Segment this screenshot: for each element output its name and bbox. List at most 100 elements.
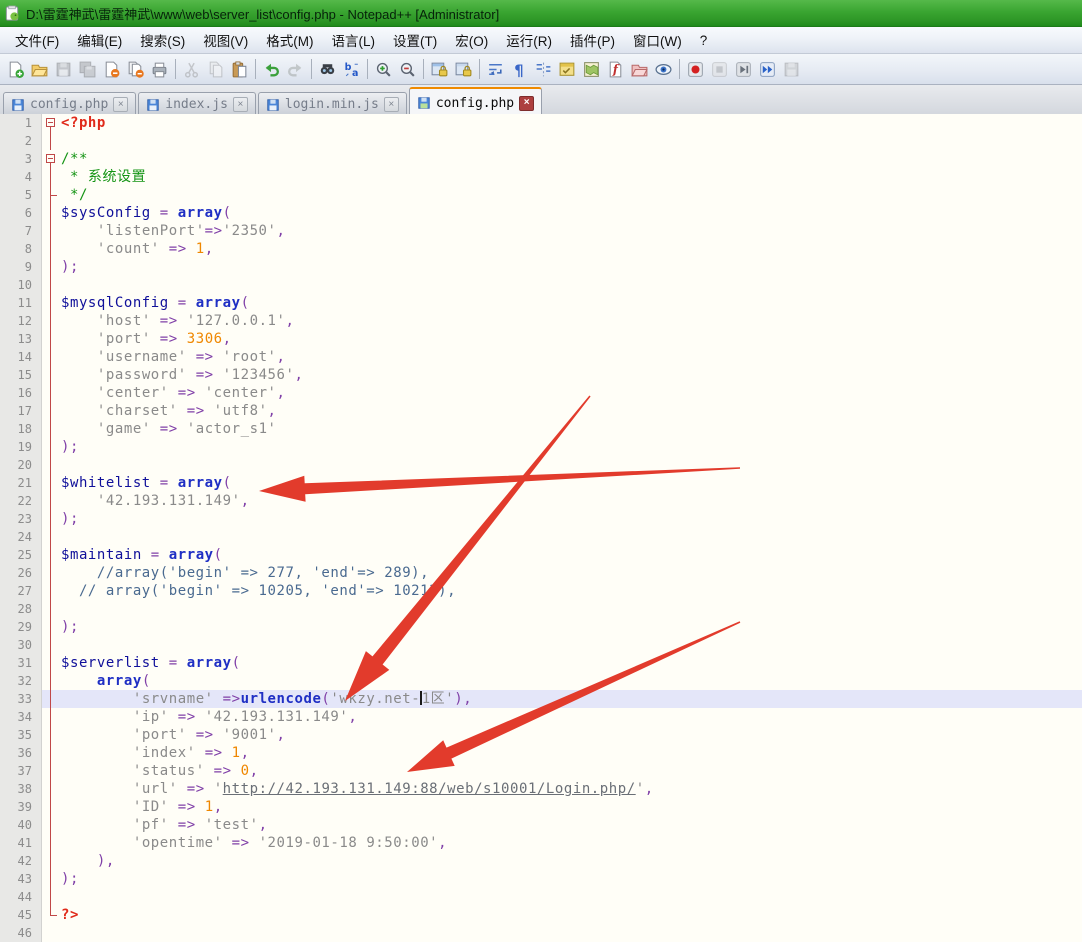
tab-login-min-js[interactable]: login.min.js ×	[258, 92, 407, 116]
menu-item-run[interactable]: 运行(R)	[497, 27, 561, 53]
macro-run-multiple-icon	[758, 60, 777, 79]
macro-record-button[interactable]	[684, 58, 707, 81]
code-line[interactable]: 26 //array('begin' => 277, 'end'=> 289),	[0, 564, 1082, 582]
code-line[interactable]: 43);	[0, 870, 1082, 888]
menu-item-view[interactable]: 视图(V)	[194, 27, 257, 53]
tab-close-icon[interactable]: ×	[384, 97, 399, 112]
code-line[interactable]: 31$serverlist = array(	[0, 654, 1082, 672]
code-line[interactable]: 22 '42.193.131.149',	[0, 492, 1082, 510]
undo-button[interactable]	[260, 58, 283, 81]
code-line[interactable]: 17 'charset' => 'utf8',	[0, 402, 1082, 420]
code-line[interactable]: 28	[0, 600, 1082, 618]
code-line[interactable]: 35 'port' => '9001',	[0, 726, 1082, 744]
code-line[interactable]: 5 */	[0, 186, 1082, 204]
menu-item-macro[interactable]: 宏(O)	[446, 27, 497, 53]
code-line[interactable]: 45?>	[0, 906, 1082, 924]
code-line[interactable]: 39 'ID' => 1,	[0, 798, 1082, 816]
close-button[interactable]	[100, 58, 123, 81]
code-line[interactable]: 46	[0, 924, 1082, 942]
code-line[interactable]: 2	[0, 132, 1082, 150]
print-button[interactable]	[148, 58, 171, 81]
monitoring-button[interactable]	[652, 58, 675, 81]
line-number: 26	[0, 564, 42, 582]
macro-stop-icon	[710, 60, 729, 79]
tab-close-icon[interactable]: ×	[233, 97, 248, 112]
fold-toggle-icon[interactable]	[46, 154, 55, 163]
function-list-button[interactable]: f	[604, 58, 627, 81]
code-line[interactable]: 7 'listenPort'=>'2350',	[0, 222, 1082, 240]
code-line[interactable]: 41 'opentime' => '2019-01-18 9:50:00',	[0, 834, 1082, 852]
code-line[interactable]: 40 'pf' => 'test',	[0, 816, 1082, 834]
indent-guide-button[interactable]	[532, 58, 555, 81]
code-line[interactable]: 18 'game' => 'actor_s1'	[0, 420, 1082, 438]
zoom-out-button[interactable]	[396, 58, 419, 81]
code-line[interactable]: 27 // array('begin' => 10205, 'end'=> 10…	[0, 582, 1082, 600]
code-line[interactable]: 30	[0, 636, 1082, 654]
code-line[interactable]: 23);	[0, 510, 1082, 528]
code-line[interactable]: 38 'url' => 'http://42.193.131.149:88/we…	[0, 780, 1082, 798]
menu-item-plugins[interactable]: 插件(P)	[561, 27, 624, 53]
tab-index-js[interactable]: index.js ×	[138, 92, 256, 116]
code-line[interactable]: 16 'center' => 'center',	[0, 384, 1082, 402]
zoom-in-button[interactable]	[372, 58, 395, 81]
code-line[interactable]: 11$mysqlConfig = array(	[0, 294, 1082, 312]
replace-button[interactable]: ba	[340, 58, 363, 81]
menu-item-file[interactable]: 文件(F)	[6, 27, 68, 53]
word-wrap-button[interactable]	[484, 58, 507, 81]
document-map-button[interactable]	[580, 58, 603, 81]
code-line[interactable]: 33 'srvname' =>urlencode('wkzy.net-1区'),	[0, 690, 1082, 708]
code-line[interactable]: 25$maintain = array(	[0, 546, 1082, 564]
menu-item-settings[interactable]: 设置(T)	[384, 27, 446, 53]
code-line[interactable]: 20	[0, 456, 1082, 474]
line-number: 14	[0, 348, 42, 366]
new-file-button[interactable]	[4, 58, 27, 81]
sync-horizontal-scroll-button[interactable]	[452, 58, 475, 81]
fold-toggle-icon[interactable]	[46, 118, 55, 127]
macro-run-multiple-button[interactable]	[756, 58, 779, 81]
menu-item-edit[interactable]: 编辑(E)	[68, 27, 131, 53]
sync-vertical-scroll-button[interactable]	[428, 58, 451, 81]
folder-as-workspace-button[interactable]	[628, 58, 651, 81]
code-line[interactable]: 34 'ip' => '42.193.131.149',	[0, 708, 1082, 726]
macro-play-button[interactable]	[732, 58, 755, 81]
code-line[interactable]: 19);	[0, 438, 1082, 456]
code-line[interactable]: 24	[0, 528, 1082, 546]
code-editor[interactable]: 1<?php23/**4 * 系统设置5 */6$sysConfig = arr…	[0, 114, 1082, 942]
tab-config-php-1[interactable]: config.php ×	[3, 92, 136, 116]
fold-margin	[42, 870, 59, 888]
code-line[interactable]: 32 array(	[0, 672, 1082, 690]
close-all-button[interactable]	[124, 58, 147, 81]
code-line[interactable]: 4 * 系统设置	[0, 168, 1082, 186]
show-all-characters-button[interactable]: ¶	[508, 58, 531, 81]
menu-item-help[interactable]: ?	[691, 30, 717, 51]
menu-item-window[interactable]: 窗口(W)	[624, 27, 691, 53]
code-line[interactable]: 1<?php	[0, 114, 1082, 132]
code-line[interactable]: 3/**	[0, 150, 1082, 168]
code-line[interactable]: 42 ),	[0, 852, 1082, 870]
code-line[interactable]: 8 'count' => 1,	[0, 240, 1082, 258]
code-line[interactable]: 29);	[0, 618, 1082, 636]
code-line[interactable]: 14 'username' => 'root',	[0, 348, 1082, 366]
code-line[interactable]: 15 'password' => '123456',	[0, 366, 1082, 384]
code-line[interactable]: 36 'index' => 1,	[0, 744, 1082, 762]
code-line[interactable]: 44	[0, 888, 1082, 906]
code-line[interactable]: 9);	[0, 258, 1082, 276]
window-titlebar[interactable]: D:\雷霆神武\雷霆神武\www\web\server_list\config.…	[0, 0, 1082, 27]
code-line[interactable]: 10	[0, 276, 1082, 294]
tab-close-icon[interactable]: ×	[519, 96, 534, 111]
code-line[interactable]: 12 'host' => '127.0.0.1',	[0, 312, 1082, 330]
code-line[interactable]: 13 'port' => 3306,	[0, 330, 1082, 348]
fold-margin	[42, 852, 59, 870]
menu-item-language[interactable]: 语言(L)	[323, 27, 385, 53]
menu-item-format[interactable]: 格式(M)	[257, 27, 322, 53]
find-button[interactable]	[316, 58, 339, 81]
code-line[interactable]: 37 'status' => 0,	[0, 762, 1082, 780]
paste-button[interactable]	[228, 58, 251, 81]
tab-config-php-active[interactable]: config.php ×	[409, 87, 542, 117]
tab-close-icon[interactable]: ×	[113, 97, 128, 112]
code-line[interactable]: 21$whitelist = array(	[0, 474, 1082, 492]
menu-item-search[interactable]: 搜索(S)	[131, 27, 194, 53]
open-file-button[interactable]	[28, 58, 51, 81]
user-defined-language-button[interactable]	[556, 58, 579, 81]
code-line[interactable]: 6$sysConfig = array(	[0, 204, 1082, 222]
